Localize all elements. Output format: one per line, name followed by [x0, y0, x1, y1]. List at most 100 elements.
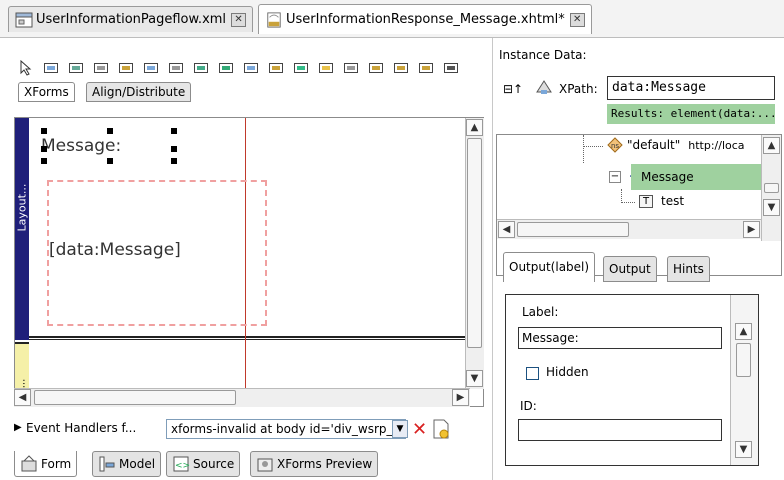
case-tool-icon[interactable] [418, 60, 434, 76]
select-tool-icon[interactable] [243, 60, 259, 76]
resize-handle[interactable] [107, 128, 113, 134]
scroll-up-icon[interactable]: ▲ [763, 137, 780, 154]
scroll-right-icon[interactable]: ▶ [743, 221, 760, 238]
preview-icon [257, 458, 273, 472]
tab-hints[interactable]: Hints [667, 256, 710, 282]
tree-node-namespace[interactable]: ns "default" http://loca [607, 137, 745, 153]
label-input[interactable]: Message: [518, 327, 722, 349]
scroll-up-icon[interactable]: ▲ [466, 119, 483, 136]
editor-window: UserInformationPageflow.xml ✕ UserInform… [0, 0, 784, 480]
instance-data-title: Instance Data: [499, 48, 587, 62]
resize-handle[interactable] [171, 158, 177, 164]
submit-tool-icon[interactable] [218, 60, 234, 76]
props-vertical-scrollbar[interactable]: ▲ ▼ [730, 295, 758, 465]
tree-node-text[interactable]: test [661, 194, 684, 208]
design-canvas[interactable]: Layout... ... Message: [data:Message] [14, 117, 484, 407]
hidden-checkbox[interactable] [526, 367, 539, 380]
event-handlers-label: Event Handlers f... [26, 421, 137, 435]
scroll-right-icon[interactable]: ▶ [452, 389, 469, 406]
scroll-down-icon[interactable]: ▼ [763, 199, 780, 216]
text-node-icon: T [639, 195, 653, 208]
tab-form[interactable]: Form [14, 451, 78, 477]
switch-tool-icon[interactable] [368, 60, 384, 76]
scroll-left-icon[interactable]: ◀ [498, 221, 515, 238]
checkbox-tool-icon[interactable] [293, 60, 309, 76]
upload-tool-icon[interactable] [168, 60, 184, 76]
tree-connector [621, 202, 635, 203]
output-control[interactable]: [data:Message] [47, 180, 267, 326]
output-label-text[interactable]: Message: [41, 136, 121, 156]
resize-handle[interactable] [171, 146, 177, 152]
scroll-down-icon[interactable]: ▼ [466, 370, 483, 387]
scroll-thumb[interactable] [764, 183, 779, 193]
input-tool-icon[interactable] [43, 60, 59, 76]
namespace-icon: ns [607, 137, 623, 153]
tree-horizontal-scrollbar[interactable]: ◀ ▶ [497, 219, 761, 239]
collapse-tree-icon[interactable]: ⊟↑ [503, 82, 523, 96]
tab-label: Source [193, 457, 235, 471]
scroll-left-icon[interactable]: ◀ [14, 389, 31, 406]
tab-userinformation-pageflow[interactable]: UserInformationPageflow.xml ✕ [8, 6, 254, 32]
tab-output[interactable]: Output [603, 256, 657, 282]
tab-output-label[interactable]: Output(label) [503, 252, 596, 282]
node-name: "default" [627, 138, 681, 152]
canvas-vertical-scrollbar[interactable]: ▲ ▼ [465, 118, 484, 389]
collapse-node-icon[interactable]: − [609, 171, 621, 183]
pointer-tool-icon[interactable] [18, 60, 34, 76]
tree-connector [583, 146, 603, 147]
scroll-thumb[interactable] [467, 138, 482, 348]
resize-handle[interactable] [41, 128, 47, 134]
tab-xforms-preview[interactable]: XForms Preview [250, 451, 379, 477]
svg-text:<>: <> [175, 461, 190, 471]
event-handler-select[interactable]: xforms-invalid at body id='div_wsrp_... [166, 419, 406, 439]
resize-handle[interactable] [41, 146, 47, 152]
select1-tool-icon[interactable] [268, 60, 284, 76]
group-tool-icon[interactable] [343, 60, 359, 76]
textarea-tool-icon[interactable] [93, 60, 109, 76]
chevron-down-icon[interactable]: ▼ [392, 420, 408, 438]
expand-triangle-icon[interactable]: ▶ [14, 422, 22, 433]
secret-tool-icon[interactable] [68, 60, 84, 76]
resize-handle[interactable] [107, 158, 113, 164]
xpath-label: XPath: [559, 82, 598, 96]
label-caption: Label: [522, 305, 559, 319]
repeat-tool-icon[interactable] [393, 60, 409, 76]
delete-handler-icon[interactable]: ✕ [412, 419, 427, 440]
xforms-palette: XForms Align/Distribute [0, 46, 490, 108]
tab-source[interactable]: <> Source [166, 451, 241, 477]
tab-userinformationresponse-message[interactable]: UserInformationResponse_Message.xhtml* ✕ [258, 4, 592, 34]
resize-handle[interactable] [41, 158, 47, 164]
scroll-down-icon[interactable]: ▼ [735, 441, 752, 458]
layout-bar-label: Layout... [15, 183, 29, 232]
trigger-tool-icon[interactable] [143, 60, 159, 76]
output-tool-icon[interactable] [118, 60, 134, 76]
id-caption: ID: [520, 399, 537, 413]
scroll-thumb[interactable] [736, 343, 751, 377]
xpath-input[interactable]: data:Message [607, 76, 775, 100]
add-handler-icon[interactable] [432, 419, 450, 439]
tab-label: UserInformationResponse_Message.xhtml* [286, 12, 565, 27]
scroll-thumb[interactable] [517, 222, 629, 237]
close-icon[interactable]: ✕ [569, 12, 585, 27]
id-input[interactable] [518, 419, 722, 441]
xpath-icon[interactable] [535, 78, 553, 96]
layout-bar[interactable]: Layout... [15, 118, 29, 340]
image-tool-icon[interactable] [318, 60, 334, 76]
xpath-results: Results: element(data:... [607, 104, 775, 124]
scroll-thumb[interactable] [34, 390, 236, 405]
scroll-up-icon[interactable]: ▲ [735, 323, 752, 340]
resize-handle[interactable] [171, 128, 177, 134]
canvas-horizontal-scrollbar[interactable]: ◀ ▶ [14, 388, 470, 407]
tab-align-distribute[interactable]: Align/Distribute [86, 82, 192, 102]
event-handlers-row: ▶ Event Handlers f... xforms-invalid at … [14, 418, 488, 442]
properties-box: Label: Message: Hidden ID: ▲ ▼ [505, 294, 759, 466]
pageflow-file-icon [15, 12, 33, 27]
range-tool-icon[interactable] [193, 60, 209, 76]
tree-node-message[interactable]: Message [631, 164, 761, 190]
label-tool-icon[interactable] [443, 60, 459, 76]
tab-model[interactable]: Model [92, 451, 162, 477]
tree-vertical-scrollbar[interactable]: ▲ ▼ [761, 135, 781, 241]
close-icon[interactable]: ✕ [231, 12, 247, 27]
tab-xforms[interactable]: XForms [18, 82, 75, 102]
tab-label: XForms Preview [277, 457, 373, 471]
